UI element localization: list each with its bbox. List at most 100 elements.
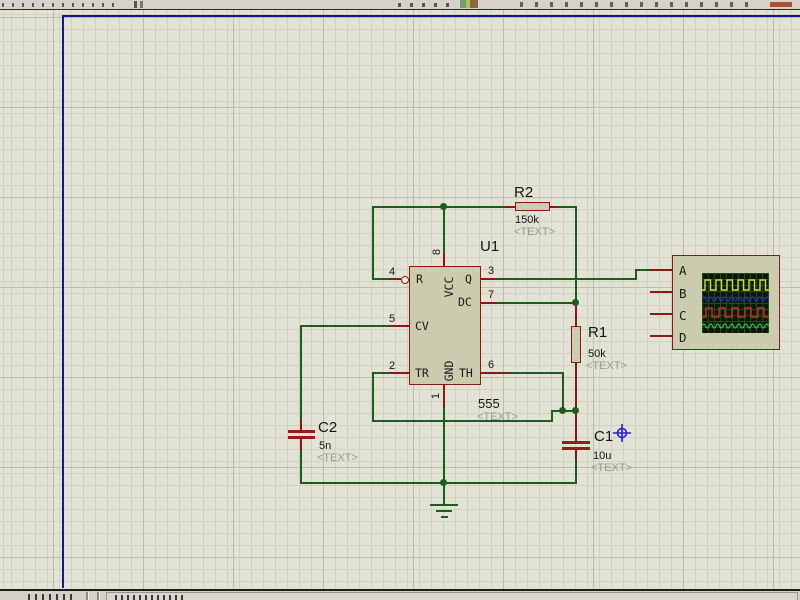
wire-vcc-top[interactable] — [373, 206, 505, 208]
pin-stub-th[interactable] — [481, 372, 509, 374]
scope-channel-d-label: D — [679, 330, 687, 345]
wire-ground-rail[interactable] — [300, 482, 577, 484]
wire-th-drop[interactable] — [562, 372, 564, 412]
component-r1-body[interactable] — [571, 326, 581, 363]
junction-dot — [440, 479, 447, 486]
wire-reset-vertical[interactable] — [372, 206, 374, 280]
pin-number-1: 1 — [430, 392, 442, 400]
pin-stub-q[interactable] — [481, 278, 497, 280]
status-text-fragment — [115, 595, 185, 600]
wire-dc[interactable] — [497, 302, 575, 304]
pin-stub-r1-bottom[interactable] — [575, 363, 577, 411]
u1-designator: U1 — [480, 238, 500, 255]
pin-stub-vcc[interactable] — [443, 253, 445, 266]
toolbar-icon-fragment — [134, 1, 137, 8]
toolbar-icon-fragment — [520, 2, 760, 7]
wire-gnd-pin[interactable] — [443, 408, 445, 484]
pin-stub-cv[interactable] — [389, 325, 409, 327]
pin-name-cv: CV — [415, 319, 429, 333]
pin-stub-gnd[interactable] — [443, 385, 445, 408]
pin-name-r: R — [416, 272, 423, 286]
pin-name-tr: TR — [415, 366, 429, 380]
pin-stub-r2-right[interactable] — [550, 206, 556, 208]
scope-channel-c-label: C — [679, 308, 687, 323]
pin-number-2: 2 — [389, 360, 396, 372]
scope-channel-a-label: A — [679, 263, 687, 278]
pin-stub-scope-a[interactable] — [650, 269, 672, 271]
pin-number-4: 4 — [389, 266, 396, 278]
wire-q-output[interactable] — [497, 278, 637, 280]
pin-stub-tr[interactable] — [389, 372, 409, 374]
pin-stub-c2-bottom[interactable] — [300, 439, 302, 450]
ground-symbol-bar1[interactable] — [430, 504, 458, 506]
c1-text-placeholder: <TEXT> — [591, 462, 632, 474]
wire-tr-horizontal[interactable] — [372, 372, 389, 374]
ground-symbol-bar2 — [436, 510, 452, 512]
r2-designator: R2 — [514, 184, 534, 201]
c2-plate-top[interactable] — [288, 430, 315, 433]
c1-plate-top[interactable] — [562, 441, 590, 444]
pin-stub-scope-b[interactable] — [650, 291, 672, 293]
pin-number-6: 6 — [488, 359, 495, 371]
trace-channel-b — [702, 296, 769, 302]
r2-text-placeholder: <TEXT> — [514, 226, 555, 238]
oscilloscope[interactable]: A B C D — [672, 255, 780, 350]
wire-vcc-drop[interactable] — [443, 206, 445, 253]
pin-stub-reset[interactable] — [389, 278, 401, 280]
u1-part-number: 555 — [478, 396, 500, 411]
status-separator — [86, 592, 89, 600]
trace-channel-a — [702, 279, 769, 291]
c2-designator: C2 — [318, 419, 338, 436]
c1-designator: C1 — [594, 428, 614, 445]
pin-stub-dc[interactable] — [481, 302, 497, 304]
u1-text-placeholder: <TEXT> — [477, 411, 518, 423]
wire-q-to-scope[interactable] — [635, 269, 651, 271]
pin-stub-c1-top[interactable] — [575, 410, 577, 441]
wire-c1-bottom[interactable] — [575, 460, 577, 484]
status-message-field — [106, 592, 798, 600]
pin-name-q: Q — [465, 272, 472, 286]
wire-th[interactable] — [509, 372, 564, 374]
status-separator — [97, 592, 100, 600]
pin-stub-r1-top[interactable] — [575, 304, 577, 326]
junction-dot — [572, 407, 579, 414]
junction-dot — [440, 203, 447, 210]
c2-plate-bottom[interactable] — [288, 436, 315, 439]
toolbar-icon-fragment — [398, 3, 453, 7]
wire-r2-right[interactable] — [556, 206, 577, 208]
pin-stub-scope-c[interactable] — [650, 313, 672, 315]
c1-plate-bottom[interactable] — [562, 447, 590, 450]
c2-value: 5n — [319, 440, 332, 452]
trace-channel-d — [702, 323, 769, 329]
r2-value: 150k — [515, 214, 539, 226]
r1-designator: R1 — [588, 324, 608, 341]
pin-number-8: 8 — [431, 248, 443, 256]
pin-name-vcc: VCC — [442, 276, 456, 298]
sheet-border-top — [62, 15, 800, 17]
c2-text-placeholder: <TEXT> — [317, 452, 358, 464]
pin-stub-r2-left[interactable] — [505, 206, 515, 208]
toolbar-icon-fragment — [770, 2, 792, 7]
wire-tr-drop[interactable] — [372, 372, 374, 422]
wire-cv-drop[interactable] — [300, 325, 302, 421]
pin-name-th: TH — [459, 366, 473, 380]
component-r2-body[interactable] — [515, 202, 550, 211]
wire-reset-horizontal[interactable] — [372, 278, 389, 280]
pin-number-3: 3 — [488, 265, 495, 277]
junction-dot — [572, 299, 579, 306]
r1-text-placeholder: <TEXT> — [586, 360, 627, 372]
wire-tr-bottom[interactable] — [372, 420, 553, 422]
pin-stub-scope-d[interactable] — [650, 335, 672, 337]
c1-value: 10u — [593, 450, 612, 462]
status-bar — [0, 589, 800, 600]
toolbar-icon-fragment — [460, 0, 478, 8]
wire-cv[interactable] — [300, 325, 389, 327]
ground-symbol-bar3 — [441, 516, 448, 518]
r1-value: 50k — [588, 348, 606, 360]
wire-r2-to-dc[interactable] — [575, 206, 577, 304]
wire-c2-bottom[interactable] — [300, 450, 302, 484]
pin-number-5: 5 — [389, 313, 396, 325]
toolbar[interactable] — [0, 0, 800, 10]
pin-stub-c1-bottom[interactable] — [575, 450, 577, 460]
toolbar-icon-fragment — [140, 1, 143, 8]
